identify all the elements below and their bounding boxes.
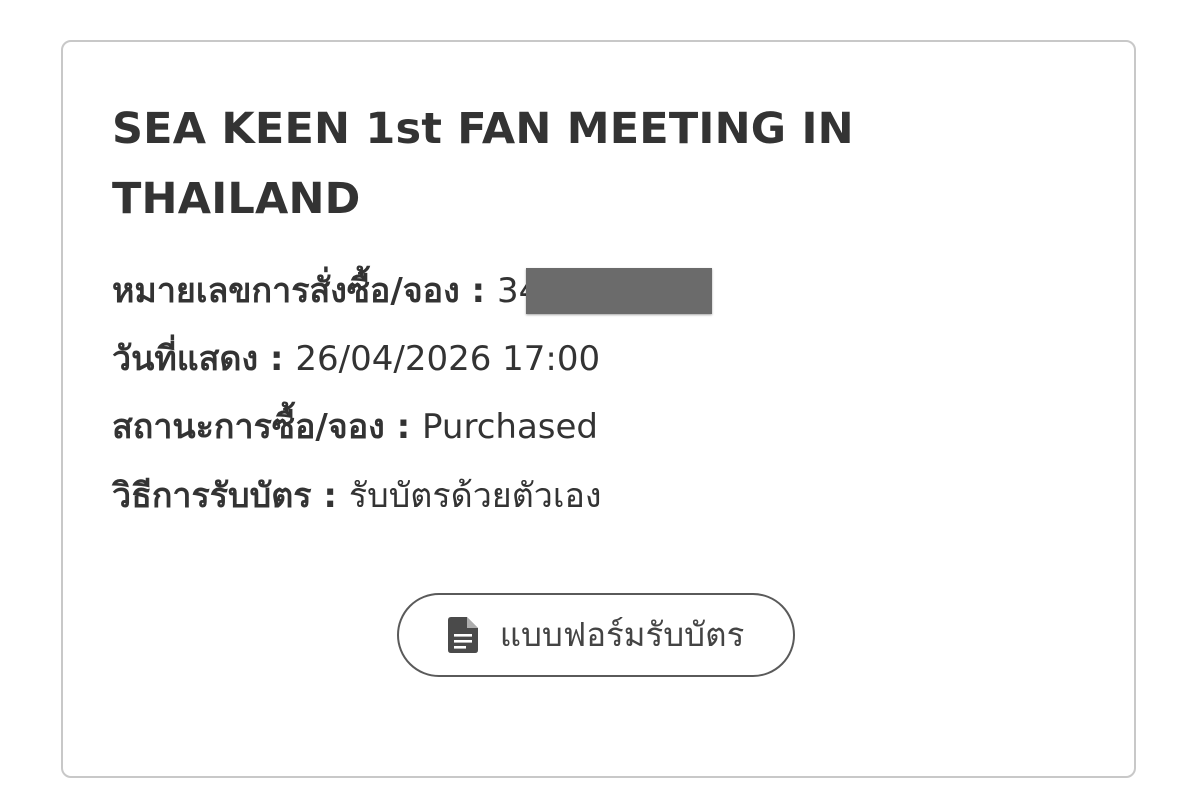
order-number-separator: : (459, 271, 497, 311)
redaction-block (525, 268, 712, 314)
order-number-value-wrap: 34 (497, 266, 712, 316)
show-date-row: วันที่แสดง : 26/04/2026 17:00 (112, 334, 600, 384)
order-number-row: หมายเลขการสั่งซื้อ/จอง : 34 (112, 266, 712, 316)
ticket-method-label: วิธีการรับบัตร (112, 476, 312, 516)
purchase-status-value: Purchased (422, 407, 598, 447)
ticket-method-row: วิธีการรับบัตร : รับบัตรด้วยตัวเอง (112, 471, 602, 521)
event-title: SEA KEEN 1st FAN MEETING IN THAILAND (112, 104, 854, 224)
purchase-status-separator: : (384, 407, 423, 447)
ticket-form-button[interactable]: แบบฟอร์มรับบัตร (397, 593, 795, 677)
ticket-method-value: รับบัตรด้วยตัวเอง (348, 476, 602, 516)
show-date-separator: : (258, 339, 296, 379)
ticket-method-separator: : (311, 476, 349, 516)
show-date-value: 26/04/2026 17:00 (295, 339, 601, 379)
order-number-label: หมายเลขการสั่งซื้อ/จอง (112, 271, 460, 311)
purchase-status-row: สถานะการซื้อ/จอง : Purchased (112, 402, 598, 452)
show-date-label: วันที่แสดง (112, 339, 259, 379)
booking-card: SEA KEEN 1st FAN MEETING IN THAILAND หมา… (61, 40, 1136, 778)
document-icon (447, 617, 478, 653)
ticket-form-button-label: แบบฟอร์มรับบัตร (499, 615, 745, 654)
purchase-status-label: สถานะการซื้อ/จอง (112, 407, 385, 447)
